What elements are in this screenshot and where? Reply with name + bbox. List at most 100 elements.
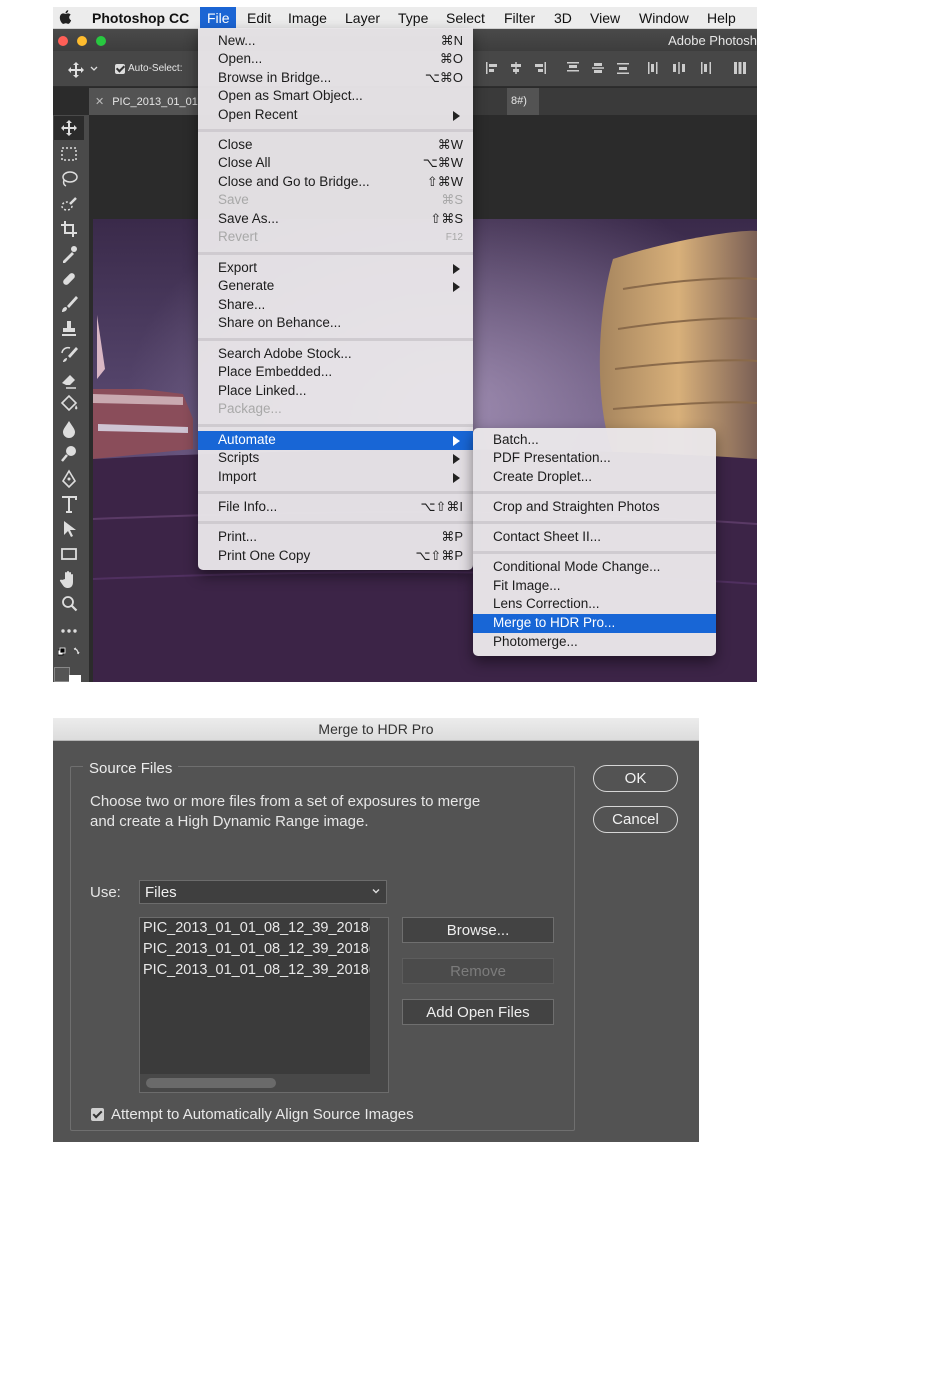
align-right-icon[interactable] xyxy=(533,61,547,75)
hand-tool[interactable] xyxy=(58,568,80,590)
auto-select-checkbox[interactable]: Auto-Select: xyxy=(115,63,182,74)
menu-item-batch[interactable]: Batch... xyxy=(473,431,716,450)
list-item[interactable]: PIC_2013_01_01_08_12_39_2018( xyxy=(143,920,371,936)
rectangle-tool[interactable] xyxy=(58,543,80,565)
distribute-right-icon[interactable] xyxy=(698,61,712,75)
menu-item-conditional-mode-change[interactable]: Conditional Mode Change... xyxy=(473,558,716,577)
menu-item-open-smart-object[interactable]: Open as Smart Object... xyxy=(198,87,473,106)
clone-stamp-tool[interactable] xyxy=(58,318,80,340)
paint-bucket-tool[interactable] xyxy=(58,393,80,415)
eraser-tool[interactable] xyxy=(58,368,80,390)
document-tab[interactable]: ✕ PIC_2013_01_01 xyxy=(89,88,199,115)
menu-item-export[interactable]: Export xyxy=(198,259,473,278)
menu-item-open[interactable]: Open... ⌘O xyxy=(198,50,473,69)
quick-selection-tool[interactable] xyxy=(58,193,80,215)
menu-item-file-info[interactable]: File Info... ⌥⇧⌘I xyxy=(198,498,473,517)
vertical-scrollbar[interactable] xyxy=(370,918,388,1092)
align-left-icon[interactable] xyxy=(485,61,499,75)
menu-filter[interactable]: Filter xyxy=(504,10,535,26)
menu-item-print-one-copy[interactable]: Print One Copy ⌥⇧⌘P xyxy=(198,547,473,566)
menu-3d[interactable]: 3D xyxy=(554,10,572,26)
menu-item-import[interactable]: Import xyxy=(198,468,473,487)
type-tool[interactable] xyxy=(58,493,80,515)
menu-item-create-droplet[interactable]: Create Droplet... xyxy=(473,468,716,487)
menu-item-merge-to-hdr-pro[interactable]: Merge to HDR Pro... xyxy=(473,614,716,633)
cancel-button[interactable]: Cancel xyxy=(593,806,678,833)
marquee-tool[interactable] xyxy=(58,143,80,165)
menu-item-lens-correction[interactable]: Lens Correction... xyxy=(473,595,716,614)
apple-icon[interactable] xyxy=(59,9,73,25)
add-open-files-button[interactable]: Add Open Files xyxy=(402,999,554,1025)
blur-tool[interactable] xyxy=(58,418,80,440)
menu-item-generate[interactable]: Generate xyxy=(198,277,473,296)
menu-item-scripts[interactable]: Scripts xyxy=(198,449,473,468)
menu-file[interactable]: File xyxy=(200,7,236,29)
checkbox-icon[interactable] xyxy=(91,1108,104,1121)
brush-tool[interactable] xyxy=(58,293,80,315)
menu-type[interactable]: Type xyxy=(398,10,428,26)
foreground-color-swatch[interactable] xyxy=(54,667,70,682)
menu-item-save-as[interactable]: Save As... ⇧⌘S xyxy=(198,210,473,229)
menu-item-place-linked[interactable]: Place Linked... xyxy=(198,382,473,401)
menu-item-share-behance[interactable]: Share on Behance... xyxy=(198,314,473,333)
minimize-window-icon[interactable] xyxy=(77,36,87,46)
menu-item-browse-in-bridge[interactable]: Browse in Bridge... ⌥⌘O xyxy=(198,69,473,88)
menu-help[interactable]: Help xyxy=(707,10,736,26)
distribute-left-icon[interactable] xyxy=(647,61,661,75)
zoom-tool[interactable] xyxy=(58,593,80,615)
healing-brush-tool[interactable] xyxy=(58,268,80,290)
path-selection-tool[interactable] xyxy=(58,518,80,540)
menu-layer[interactable]: Layer xyxy=(345,10,380,26)
pen-tool[interactable] xyxy=(58,468,80,490)
menu-item-contact-sheet[interactable]: Contact Sheet II... xyxy=(473,528,716,547)
menu-item-print[interactable]: Print... ⌘P xyxy=(198,528,473,547)
more-tools[interactable] xyxy=(58,620,80,642)
menu-edit[interactable]: Edit xyxy=(247,10,271,26)
menu-window[interactable]: Window xyxy=(639,10,689,26)
menu-select[interactable]: Select xyxy=(446,10,485,26)
source-file-list[interactable]: PIC_2013_01_01_08_12_39_2018( PIC_2013_0… xyxy=(139,917,389,1093)
browse-button[interactable]: Browse... xyxy=(402,917,554,943)
close-window-icon[interactable] xyxy=(58,36,68,46)
distribute-bottom-icon[interactable] xyxy=(616,61,630,75)
menu-view[interactable]: View xyxy=(590,10,620,26)
menu-item-pdf-presentation[interactable]: PDF Presentation... xyxy=(473,449,716,468)
background-color-swatch[interactable] xyxy=(69,675,81,682)
chevron-down-icon[interactable] xyxy=(90,66,98,72)
auto-align-checkbox[interactable]: Attempt to Automatically Align Source Im… xyxy=(91,1106,414,1123)
menu-item-automate[interactable]: Automate xyxy=(198,431,473,450)
distribute-top-icon[interactable] xyxy=(566,61,580,75)
menu-item-crop-straighten[interactable]: Crop and Straighten Photos xyxy=(473,498,716,517)
checkbox-icon[interactable] xyxy=(115,63,125,74)
menu-item-close-all[interactable]: Close All ⌥⌘W xyxy=(198,154,473,173)
use-dropdown[interactable]: Files xyxy=(139,880,387,904)
menu-image[interactable]: Image xyxy=(288,10,327,26)
align-center-icon[interactable] xyxy=(509,61,523,75)
list-item[interactable]: PIC_2013_01_01_08_12_39_2018( xyxy=(143,962,371,978)
menu-item-close-go-bridge[interactable]: Close and Go to Bridge... ⇧⌘W xyxy=(198,173,473,192)
menu-item-new[interactable]: New... ⌘N xyxy=(198,32,473,51)
app-name-menu[interactable]: Photoshop CC xyxy=(92,10,189,26)
distribute-center-icon[interactable] xyxy=(591,61,605,75)
auto-align-icon[interactable] xyxy=(733,61,747,75)
swap-colors[interactable] xyxy=(57,647,80,669)
menu-item-search-adobe-stock[interactable]: Search Adobe Stock... xyxy=(198,345,473,364)
move-tool[interactable] xyxy=(58,117,80,139)
menu-item-fit-image[interactable]: Fit Image... xyxy=(473,577,716,596)
eyedropper-tool[interactable] xyxy=(58,243,80,265)
menu-item-open-recent[interactable]: Open Recent xyxy=(198,106,473,125)
menu-item-photomerge[interactable]: Photomerge... xyxy=(473,633,716,652)
menu-item-close[interactable]: Close ⌘W xyxy=(198,136,473,155)
crop-tool[interactable] xyxy=(58,218,80,240)
horizontal-scrollbar[interactable] xyxy=(140,1074,370,1092)
lasso-tool[interactable] xyxy=(58,168,80,190)
menu-item-share[interactable]: Share... xyxy=(198,296,473,315)
list-item[interactable]: PIC_2013_01_01_08_12_39_2018( xyxy=(143,941,371,957)
zoom-window-icon[interactable] xyxy=(96,36,106,46)
menu-item-place-embedded[interactable]: Place Embedded... xyxy=(198,363,473,382)
move-tool-icon[interactable] xyxy=(67,61,85,79)
history-brush-tool[interactable] xyxy=(58,343,80,365)
dodge-tool[interactable] xyxy=(58,443,80,465)
distribute-hcenter-icon[interactable] xyxy=(672,61,686,75)
close-tab-icon[interactable]: ✕ xyxy=(95,96,104,108)
